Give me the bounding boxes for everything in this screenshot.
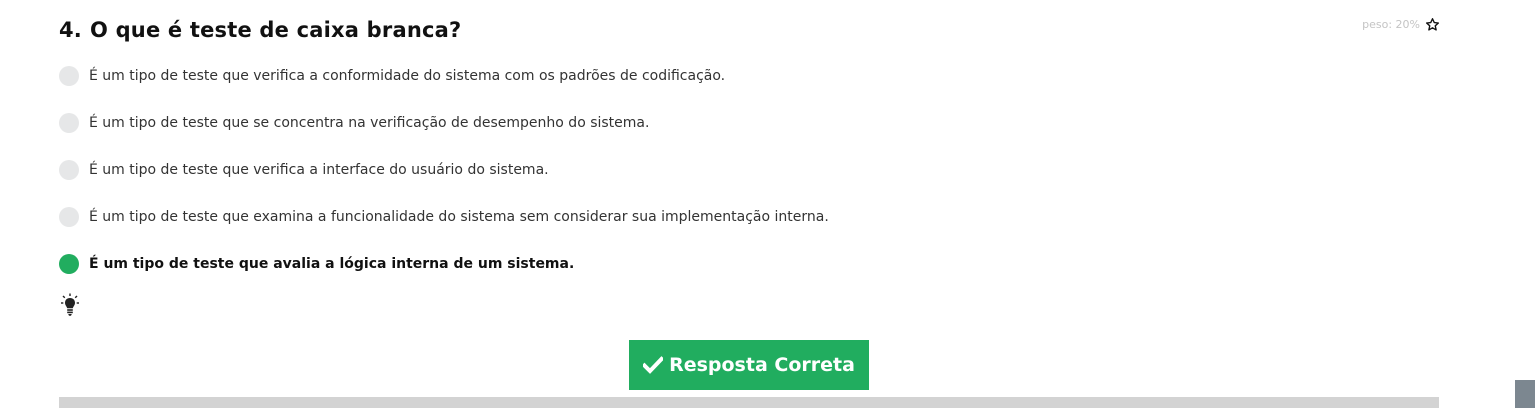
answer-option[interactable]: É um tipo de teste que se concentra na v… [59, 112, 829, 134]
answer-option-label: É um tipo de teste que avalia a lógica i… [89, 256, 575, 272]
answer-option-label: É um tipo de teste que verifica a interf… [89, 162, 549, 178]
correct-answer-button[interactable]: Resposta Correta [629, 340, 869, 390]
correct-answer-label: Resposta Correta [669, 354, 855, 376]
radio-button[interactable] [59, 113, 79, 133]
answer-option[interactable]: É um tipo de teste que verifica a interf… [59, 159, 829, 181]
question-title: 4. O que é teste de caixa branca? [59, 18, 461, 42]
answer-option-selected[interactable]: É um tipo de teste que avalia a lógica i… [59, 253, 829, 275]
answer-option-label: É um tipo de teste que verifica a confor… [89, 68, 726, 84]
lightbulb-icon[interactable] [61, 293, 79, 317]
radio-button[interactable] [59, 66, 79, 86]
star-icon[interactable] [1425, 17, 1440, 32]
progress-bar [59, 397, 1439, 408]
scroll-to-top-button[interactable] [1515, 380, 1535, 408]
question-weight: peso: 20% [1362, 17, 1440, 32]
radio-button-selected[interactable] [59, 254, 79, 274]
check-icon [643, 356, 664, 374]
weight-label: peso: 20% [1362, 18, 1420, 31]
answer-option[interactable]: É um tipo de teste que verifica a confor… [59, 65, 829, 87]
radio-button[interactable] [59, 207, 79, 227]
question-text: O que é teste de caixa branca? [90, 18, 462, 42]
answer-option-label: É um tipo de teste que examina a funcion… [89, 209, 829, 225]
radio-button[interactable] [59, 160, 79, 180]
question-number: 4. [59, 18, 82, 42]
answer-option-label: É um tipo de teste que se concentra na v… [89, 115, 650, 131]
answer-options: É um tipo de teste que verifica a confor… [59, 65, 829, 300]
answer-option[interactable]: É um tipo de teste que examina a funcion… [59, 206, 829, 228]
